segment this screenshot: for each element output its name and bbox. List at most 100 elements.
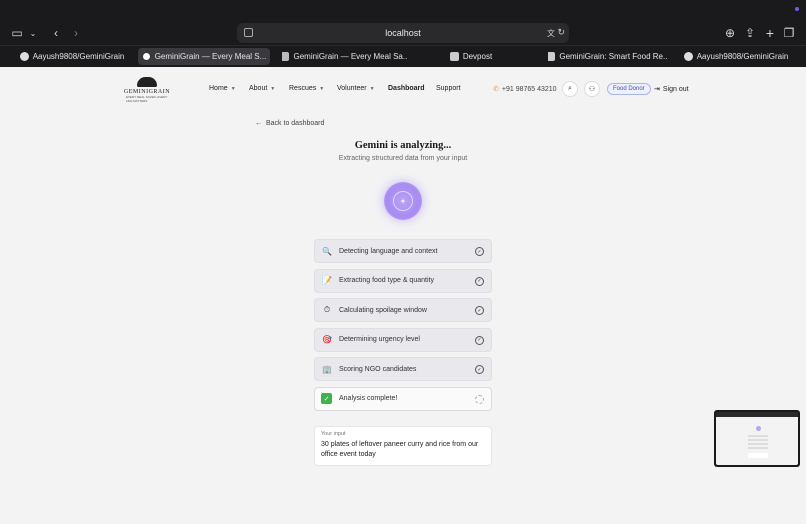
search-button[interactable]: ⌕ — [562, 81, 578, 97]
nav-rescues[interactable]: Rescues ▼ — [289, 85, 324, 92]
logo-tagline: EVERY MEAL SAVED, EVERY LIFE MATTERS — [126, 95, 168, 103]
target-icon: 🎯 — [322, 335, 332, 344]
chevron-down-icon: ▼ — [369, 85, 375, 92]
arrow-left-icon: ← — [255, 120, 262, 127]
tab-label: Aayush9808/GeminiGrain — [32, 52, 125, 61]
step-spoilage-window: ⏱ Calculating spoilage window ✓ — [314, 298, 492, 322]
github-icon — [684, 52, 693, 61]
thumbnail-orb — [756, 426, 761, 431]
stopwatch-icon: ⏱ — [323, 305, 331, 314]
logout-icon: ⇥ — [654, 86, 660, 93]
user-icon: ⚇ — [588, 86, 596, 93]
check-circle-icon: ✓ — [475, 335, 484, 345]
tab-overview-icon[interactable]: ❐ — [783, 24, 795, 42]
thumbnail-line — [748, 435, 768, 437]
browser-toolbar: ▭ ⌄ ‹ › localhost 文 ↻ ⊕ ⇪ + ❐ — [0, 0, 806, 45]
sign-out-button[interactable]: ⇥ Sign out — [654, 85, 689, 94]
nav-label: About — [249, 85, 268, 92]
nav-support[interactable]: Support — [436, 85, 461, 92]
step-urgency-level: 🎯 Determining urgency level ✓ — [314, 327, 492, 352]
analysis-steps: 🔍 Detecting language and context ✓ 📝 Ext… — [314, 239, 492, 416]
nav-label: Dashboard — [388, 85, 425, 92]
devpost-icon — [548, 52, 556, 61]
tab-github-2[interactable]: Aayush9808/GeminiGrain — [684, 48, 788, 65]
memo-icon: 📝 — [322, 276, 332, 285]
green-check-icon: ✓ — [321, 393, 332, 404]
building-icon: 🏢 — [322, 364, 332, 374]
page-title: Gemini is analyzing... — [354, 140, 452, 151]
your-input-card: Your input 30 plates of leftover paneer … — [314, 426, 492, 466]
tab-devpost[interactable]: Devpost — [446, 48, 496, 65]
step-extracting-food: 📝 Extracting food type & quantity ✓ — [314, 268, 492, 293]
check-circle-icon: ✓ — [475, 247, 484, 256]
nav-label: Home — [209, 85, 228, 92]
check-circle-icon: ✓ — [475, 365, 484, 374]
step-label: Scoring NGO candidates — [339, 365, 417, 373]
thumbnail-screen — [716, 412, 798, 465]
tab-bar: Aayush9808/GeminiGrain GeminiGrain — Eve… — [0, 45, 806, 67]
page-icon — [244, 28, 253, 37]
forward-arrow-icon[interactable]: › — [70, 24, 82, 42]
step-label: Extracting food type & quantity — [339, 277, 434, 284]
translate-icon[interactable]: 文 — [547, 28, 555, 39]
vercel-icon — [282, 52, 290, 61]
phone-icon: ✆ — [493, 86, 499, 93]
reload-icon[interactable]: ↻ — [557, 27, 565, 38]
step-detecting-language: 🔍 Detecting language and context ✓ — [314, 239, 492, 263]
tab-github-1[interactable]: Aayush9808/GeminiGrain — [18, 48, 126, 65]
tab-label: GeminiGrain: Smart Food Re... — [559, 52, 668, 61]
tab-devpost-project[interactable]: GeminiGrain: Smart Food Re... — [548, 48, 668, 65]
geminigrain-favicon — [141, 52, 151, 61]
site-logo[interactable]: GEMINIGRAIN EVERY MEAL SAVED, EVERY LIFE… — [124, 77, 170, 103]
chevron-down-icon: ▼ — [270, 85, 276, 92]
tab-label: Aayush9808/GeminiGrain — [696, 52, 788, 61]
url-text: localhost — [385, 28, 421, 38]
nav-label: Volunteer — [337, 85, 367, 92]
nav-about[interactable]: About ▼ — [249, 85, 275, 92]
thumbnail-card — [748, 453, 768, 458]
nav-dashboard[interactable]: Dashboard — [388, 85, 425, 92]
check-circle-icon: ✓ — [475, 306, 484, 315]
nav-label: Rescues — [289, 85, 317, 92]
github-icon — [19, 52, 29, 61]
chevron-down-icon[interactable]: ⌄ — [28, 24, 38, 42]
new-tab-icon[interactable]: + — [764, 24, 776, 42]
back-to-dashboard-link[interactable]: ← Back to dashboard — [255, 120, 324, 127]
step-label: Determining urgency level — [339, 336, 420, 343]
notification-dot — [795, 7, 799, 11]
step-label: Calculating spoilage window — [339, 306, 427, 314]
address-bar[interactable]: localhost 文 ↻ — [237, 23, 569, 43]
tab-geminigrain-vercel[interactable]: GeminiGrain — Every Meal Sa... — [282, 48, 408, 65]
step-scoring-ngo: 🏢 Scoring NGO candidates ✓ — [314, 357, 492, 381]
tab-geminigrain-active[interactable]: GeminiGrain — Every Meal S... — [138, 48, 270, 65]
spinner-icon — [475, 394, 484, 404]
input-card-value: 30 plates of leftover paneer curry and r… — [321, 441, 479, 458]
page-content: GEMINIGRAIN EVERY MEAL SAVED, EVERY LIFE… — [0, 67, 806, 524]
phone-link[interactable]: ✆ +91 98765 43210 — [493, 85, 557, 94]
download-icon[interactable]: ⊕ — [724, 24, 736, 42]
phone-number: +91 98765 43210 — [501, 85, 557, 93]
thumbnail-line — [748, 447, 768, 449]
logo-crest-icon — [137, 77, 157, 87]
tab-label: GeminiGrain — Every Meal S... — [154, 52, 267, 61]
thumbnail-bar — [716, 412, 798, 417]
role-badge: Food Donor — [607, 83, 651, 95]
input-card-label: Your input — [321, 431, 346, 437]
tab-label: Devpost — [462, 52, 493, 61]
chevron-down-icon: ▼ — [230, 85, 236, 92]
nav-volunteer[interactable]: Volunteer ▼ — [337, 85, 375, 92]
page-subtitle: Extracting structured data from your inp… — [338, 155, 468, 162]
share-icon[interactable]: ⇪ — [744, 24, 756, 42]
nav-label: Support — [436, 85, 461, 92]
thumbnail-line — [748, 443, 768, 445]
gemini-icon: ✦ — [393, 191, 413, 211]
back-arrow-icon[interactable]: ‹ — [50, 24, 62, 42]
profile-button[interactable]: ⚇ — [584, 81, 600, 97]
step-label: Analysis complete! — [339, 395, 398, 402]
step-label: Detecting language and context — [339, 247, 438, 255]
check-circle-icon: ✓ — [475, 276, 484, 286]
sidebar-icon[interactable]: ▭ — [10, 24, 24, 42]
nav-home[interactable]: Home ▼ — [209, 85, 236, 92]
magnifier-icon: 🔍 — [322, 246, 332, 256]
picture-in-picture-thumbnail[interactable] — [714, 410, 800, 467]
